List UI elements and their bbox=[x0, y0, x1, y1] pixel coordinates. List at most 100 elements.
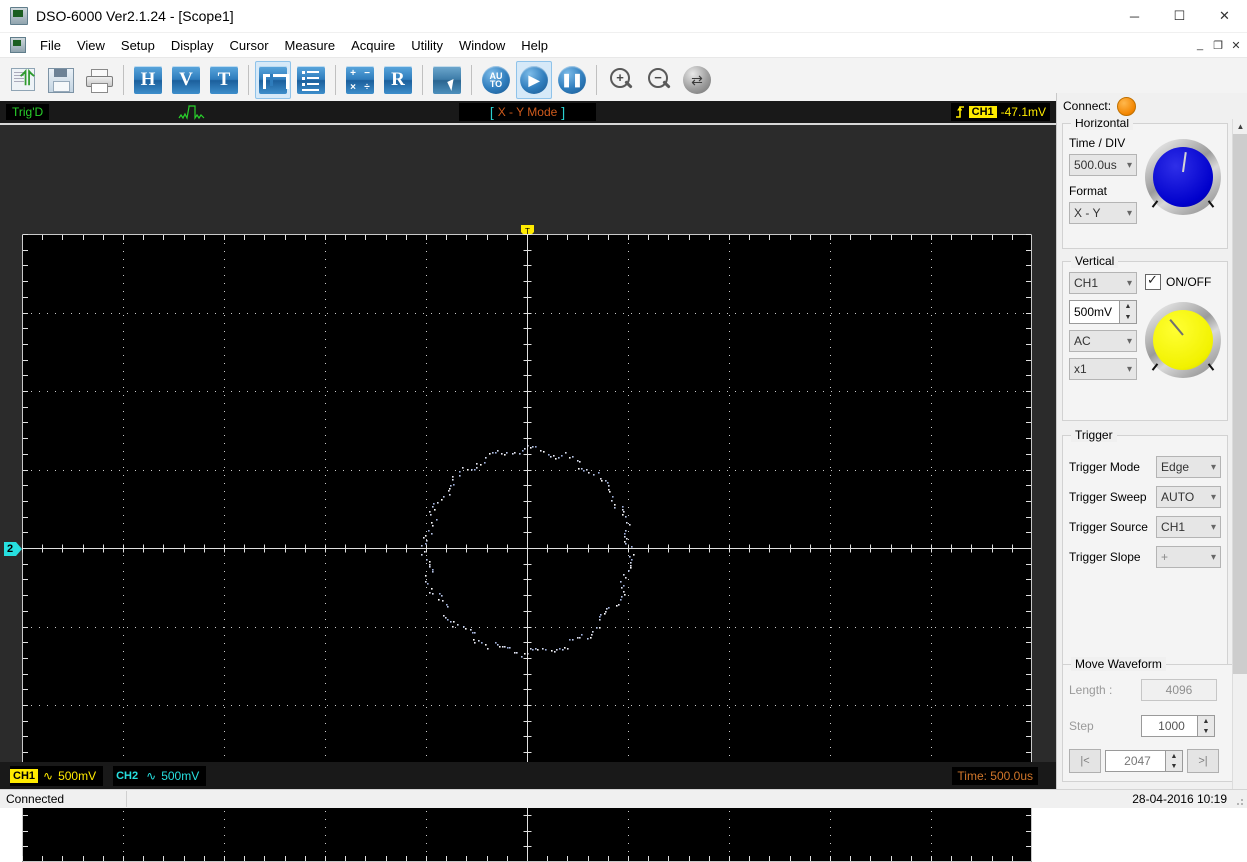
status-separator bbox=[126, 791, 127, 807]
goto-first-button[interactable]: |< bbox=[1069, 749, 1101, 773]
volts-div-stepper[interactable]: 500mV ▲ ▼ bbox=[1069, 300, 1137, 324]
pause-button[interactable]: ❚❚ bbox=[554, 61, 590, 99]
scroll-up-icon[interactable]: ▲ bbox=[1233, 119, 1247, 134]
letter-v-icon: V bbox=[172, 66, 200, 94]
ch2-coupling-icon: ∿ bbox=[146, 769, 157, 783]
coupling-select[interactable]: AC ▾ bbox=[1069, 330, 1137, 352]
display-waveform-button[interactable] bbox=[255, 61, 291, 99]
menu-item-acquire[interactable]: Acquire bbox=[343, 35, 403, 56]
ch2-status-tag[interactable]: CH2 ∿ 500mV bbox=[113, 766, 207, 786]
spinner-down-icon[interactable]: ▼ bbox=[1120, 312, 1136, 323]
menu-item-view[interactable]: View bbox=[69, 35, 113, 56]
chevron-down-icon: ▾ bbox=[1210, 521, 1216, 533]
menu-item-cursor[interactable]: Cursor bbox=[222, 35, 277, 56]
trigger-button[interactable]: T bbox=[206, 61, 242, 99]
position-arrows[interactable]: ▲ ▼ bbox=[1166, 750, 1183, 772]
trigger-sweep-select[interactable]: AUTO ▾ bbox=[1156, 486, 1221, 508]
position-stepper[interactable]: 2047 ▲ ▼ bbox=[1105, 750, 1183, 772]
trigger-source-row: Trigger Source CH1 ▾ bbox=[1069, 516, 1221, 538]
trigger-sweep-label: Trigger Sweep bbox=[1069, 490, 1147, 504]
display-mode-indicator: [ X - Y Mode ] bbox=[459, 103, 596, 121]
spinner-down-icon[interactable]: ▼ bbox=[1198, 726, 1214, 736]
volts-div-arrows[interactable]: ▲ ▼ bbox=[1120, 300, 1137, 324]
connection-status-led[interactable] bbox=[1117, 96, 1137, 116]
spinner-down-icon[interactable]: ▼ bbox=[1166, 761, 1182, 771]
menu-item-file[interactable]: File bbox=[32, 35, 69, 56]
trigger-sweep-value: AUTO bbox=[1161, 490, 1195, 504]
open-file-button[interactable]: ⥣ bbox=[5, 61, 41, 99]
trigger-slope-rising-icon bbox=[955, 106, 964, 118]
menu-item-setup[interactable]: Setup bbox=[113, 35, 163, 56]
length-label: Length : bbox=[1069, 683, 1113, 697]
step-stepper[interactable]: 1000 ▲ ▼ bbox=[1141, 715, 1215, 737]
step-arrows[interactable]: ▲ ▼ bbox=[1198, 715, 1215, 737]
horizontal-group-legend: Horizontal bbox=[1071, 119, 1134, 130]
resize-grip[interactable] bbox=[1233, 795, 1245, 807]
math-button[interactable]: + − × ÷ bbox=[342, 61, 378, 99]
panel-scrollbar[interactable]: ▲ bbox=[1232, 119, 1247, 790]
window-title: DSO-6000 Ver2.1.24 - [Scope1] bbox=[36, 8, 234, 24]
swap-channels-button[interactable]: ⇄ bbox=[679, 61, 715, 99]
mdi-restore-button[interactable]: ❐ bbox=[1209, 36, 1227, 54]
mdi-minimize-button[interactable]: _ bbox=[1191, 36, 1209, 54]
save-file-button[interactable] bbox=[43, 61, 79, 99]
minimize-button[interactable]: ─ bbox=[1112, 0, 1157, 32]
chevron-down-icon: ▾ bbox=[1126, 363, 1132, 375]
channel-onoff-toggle[interactable]: ON/OFF bbox=[1145, 272, 1212, 290]
measure-list-button[interactable] bbox=[293, 61, 329, 99]
probe-select[interactable]: x1 ▾ bbox=[1069, 358, 1137, 380]
ch2-label: CH2 bbox=[116, 770, 139, 782]
magnifier-plus-icon: + bbox=[608, 67, 634, 93]
menu-item-window[interactable]: Window bbox=[451, 35, 513, 56]
trigger-mode-select[interactable]: Edge ▾ bbox=[1156, 456, 1221, 478]
trigger-mode-row: Trigger Mode Edge ▾ bbox=[1069, 456, 1221, 478]
cursor-select-button[interactable] bbox=[429, 61, 465, 99]
print-button[interactable] bbox=[81, 61, 117, 99]
ch1-label: CH1 bbox=[10, 769, 39, 783]
ch2-ground-marker[interactable]: 2 bbox=[4, 542, 23, 556]
printer-icon bbox=[86, 68, 113, 93]
channel-onoff-label: ON/OFF bbox=[1166, 275, 1212, 289]
trigger-source-value: CH1 bbox=[1161, 520, 1186, 534]
chevron-down-icon: ▾ bbox=[1126, 277, 1132, 289]
checkbox-icon[interactable] bbox=[1145, 272, 1161, 290]
chevron-down-icon: ▾ bbox=[1210, 551, 1216, 563]
measure-list-icon bbox=[297, 66, 325, 94]
close-button[interactable]: ✕ bbox=[1202, 0, 1247, 32]
mdi-close-button[interactable]: ✕ bbox=[1227, 36, 1245, 54]
toolbar-separator bbox=[471, 65, 472, 95]
square-wave-icon bbox=[259, 66, 289, 94]
ch1-status-tag[interactable]: CH1 ∿ 500mV bbox=[10, 766, 104, 786]
chevron-down-icon: ▾ bbox=[1126, 207, 1132, 219]
trigger-slope-select[interactable]: + ▾ bbox=[1156, 546, 1221, 568]
timebase-knob[interactable] bbox=[1145, 139, 1221, 215]
volts-div-knob[interactable] bbox=[1145, 302, 1221, 378]
goto-last-button[interactable]: >| bbox=[1187, 749, 1219, 773]
zoom-out-button[interactable]: − bbox=[641, 61, 677, 99]
format-select[interactable]: X - Y ▾ bbox=[1069, 202, 1137, 224]
trigger-source-select[interactable]: CH1 ▾ bbox=[1156, 516, 1221, 538]
menu-item-measure[interactable]: Measure bbox=[277, 35, 344, 56]
auto-set-button[interactable]: AU TO bbox=[478, 61, 514, 99]
time-div-select[interactable]: 500.0us ▾ bbox=[1069, 154, 1137, 176]
reference-button[interactable]: R bbox=[380, 61, 416, 99]
scrollbar-thumb[interactable] bbox=[1233, 134, 1247, 674]
move-waveform-group: Move Waveform Length : 4096 Step 1000 ▲ … bbox=[1062, 657, 1233, 782]
spinner-up-icon[interactable]: ▲ bbox=[1198, 716, 1214, 726]
scope-display-area: Trig'D [ X - Y Mode ] CH1 -47.1mV T 2 CH… bbox=[0, 101, 1056, 862]
horizontal-button[interactable]: H bbox=[130, 61, 166, 99]
menu-item-help[interactable]: Help bbox=[513, 35, 556, 56]
bracket-left: [ bbox=[489, 104, 494, 120]
pause-icon: ❚❚ bbox=[558, 66, 586, 94]
spinner-up-icon[interactable]: ▲ bbox=[1166, 751, 1182, 761]
maximize-button[interactable]: ☐ bbox=[1157, 0, 1202, 32]
vertical-button[interactable]: V bbox=[168, 61, 204, 99]
menu-item-utility[interactable]: Utility bbox=[403, 35, 451, 56]
coupling-value: AC bbox=[1074, 334, 1091, 348]
zoom-in-button[interactable]: + bbox=[603, 61, 639, 99]
menu-item-display[interactable]: Display bbox=[163, 35, 222, 56]
spinner-up-icon[interactable]: ▲ bbox=[1120, 301, 1136, 312]
channel-select[interactable]: CH1 ▾ bbox=[1069, 272, 1137, 294]
run-button[interactable]: ▶ bbox=[516, 61, 552, 99]
trigger-source-badge: CH1 bbox=[968, 106, 997, 118]
